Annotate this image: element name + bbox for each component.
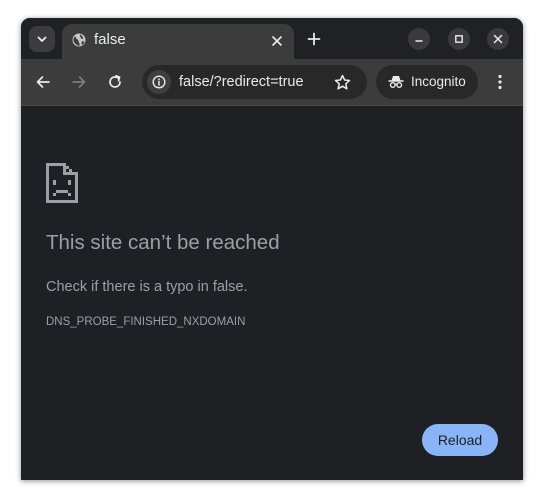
star-icon xyxy=(334,74,350,90)
page-content: This site can’t be reached Check if ther… xyxy=(21,106,523,480)
url-text[interactable]: false/?redirect=true xyxy=(179,73,304,91)
address-bar[interactable]: false/?redirect=true xyxy=(142,65,367,99)
globe-icon xyxy=(72,33,86,47)
close-window-button[interactable] xyxy=(487,28,509,50)
new-tab-button[interactable] xyxy=(304,29,324,49)
forward-button[interactable] xyxy=(68,71,90,93)
chevron-down-icon xyxy=(37,36,47,42)
reload-button[interactable] xyxy=(104,71,126,93)
tab-title: false xyxy=(94,31,126,48)
more-vertical-icon xyxy=(498,74,502,90)
site-info-button[interactable] xyxy=(147,70,171,94)
arrow-left-icon xyxy=(36,76,50,88)
maximize-button[interactable] xyxy=(448,28,470,50)
maximize-icon xyxy=(455,35,463,43)
toolbar: false/?redirect=true Incognito xyxy=(21,59,523,106)
incognito-label: Incognito xyxy=(411,74,466,89)
tab-close-button[interactable] xyxy=(268,32,285,49)
incognito-icon xyxy=(388,76,404,88)
bookmark-button[interactable] xyxy=(332,72,352,92)
minimize-icon xyxy=(415,40,423,42)
minimize-button[interactable] xyxy=(408,28,430,50)
close-icon xyxy=(493,34,503,44)
reload-icon xyxy=(109,74,121,88)
back-button[interactable] xyxy=(32,71,54,93)
reload-page-button[interactable]: Reload xyxy=(422,424,498,456)
error-description: Check if there is a typo in false. xyxy=(46,279,248,295)
info-icon xyxy=(152,75,166,89)
arrow-right-icon xyxy=(72,76,86,88)
browser-menu-button[interactable] xyxy=(489,71,511,93)
tab-search-button[interactable] xyxy=(29,26,55,52)
sad-page-icon xyxy=(46,163,78,203)
close-icon xyxy=(271,35,282,46)
browser-window: false false/?redirect=true Incognito Thi… xyxy=(21,18,523,480)
error-title: This site can’t be reached xyxy=(46,231,280,254)
plus-icon xyxy=(307,32,321,46)
tab-strip: false xyxy=(21,18,523,59)
incognito-indicator[interactable]: Incognito xyxy=(376,65,478,99)
error-code: DNS_PROBE_FINISHED_NXDOMAIN xyxy=(46,316,246,328)
tab-active[interactable]: false xyxy=(62,24,294,59)
